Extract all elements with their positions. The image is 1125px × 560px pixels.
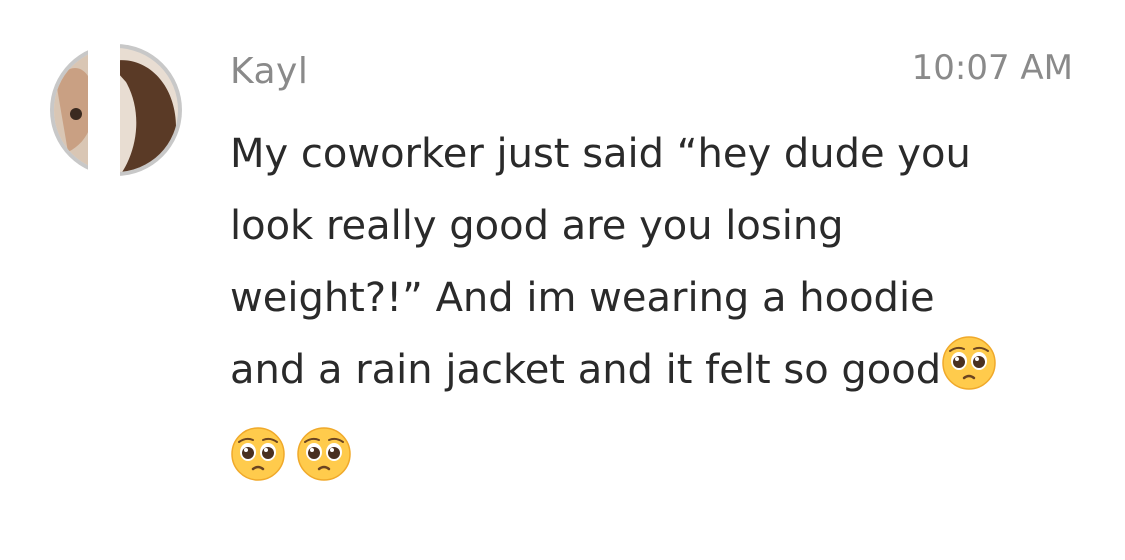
message-line: look really good are you losing	[230, 203, 844, 249]
pleading-face-emoji	[230, 426, 286, 482]
pleading-face-emoji	[941, 335, 997, 391]
avatar-image	[50, 42, 182, 178]
sender-name[interactable]: Kayl	[230, 48, 308, 92]
message-line: My coworker just said “hey dude you	[230, 131, 971, 177]
message-line-with-emoji: and a rain jacket and it felt so good	[230, 334, 1070, 406]
message-line: weight?!” And im wearing a hoodie	[230, 275, 935, 321]
trailing-emoji-row	[230, 426, 362, 482]
avatar[interactable]	[48, 42, 184, 178]
message-timestamp: 10:07 AM	[911, 48, 1073, 88]
message-line: and a rain jacket and it felt so good	[230, 347, 942, 393]
message-body: My coworker just said “hey dude you look…	[230, 118, 1070, 406]
pleading-face-emoji	[296, 426, 352, 482]
chat-message: Kayl 10:07 AM My coworker just said “hey…	[0, 0, 1125, 560]
